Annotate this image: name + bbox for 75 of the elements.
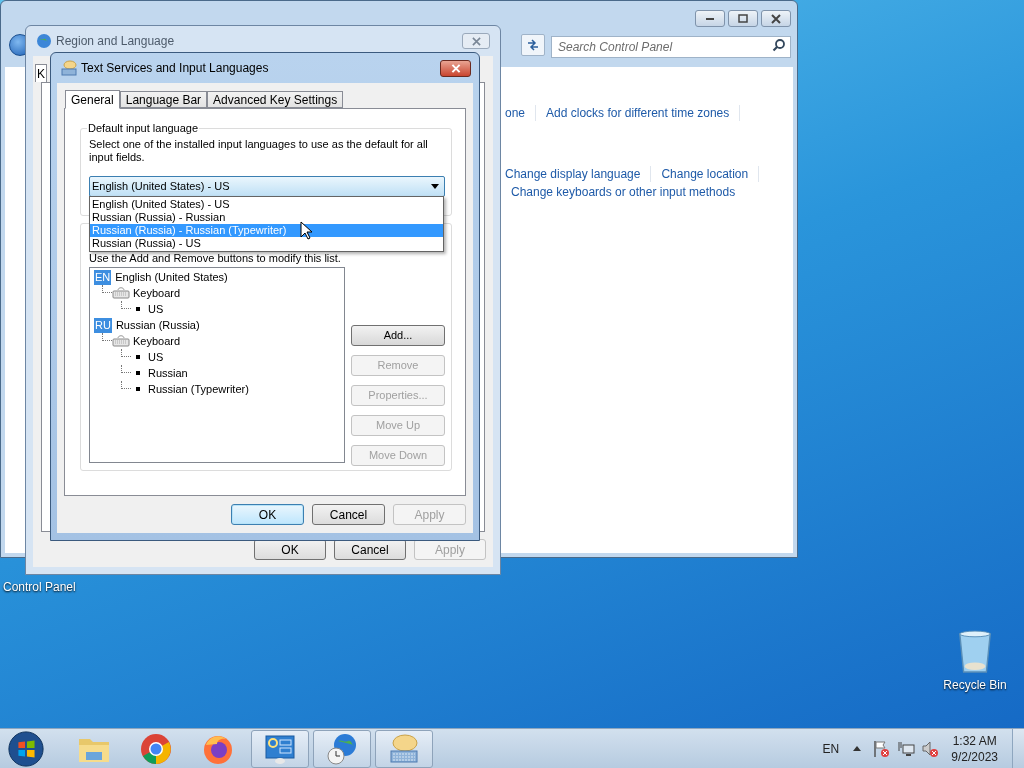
- link[interactable]: Change display language: [505, 165, 641, 183]
- keyboard-icon: [112, 335, 130, 347]
- close-button[interactable]: [440, 59, 471, 77]
- taskbar-button[interactable]: [251, 729, 309, 768]
- description-text: Select one of the installed input languages to use as the default for all input fields.: [89, 138, 429, 164]
- desktop-icon-label[interactable]: Control Panel: [3, 578, 76, 596]
- close-button[interactable]: [761, 10, 791, 27]
- browser-icon: [140, 732, 172, 765]
- search-icon: [772, 38, 786, 52]
- link[interactable]: Change location: [661, 165, 749, 183]
- caret-icon: [431, 184, 439, 189]
- tab[interactable]: Language Bar: [119, 91, 208, 108]
- refresh-button[interactable]: [521, 34, 545, 56]
- window-title: Text Services and Input Languages: [81, 60, 270, 77]
- link[interactable]: Add clocks for different time zones: [546, 104, 730, 122]
- link[interactable]: Change keyboards or other input methods: [511, 183, 736, 201]
- bullet-icon: [136, 387, 140, 391]
- tree-item[interactable]: Russian: [148, 364, 188, 382]
- tree-item[interactable]: Keyboard: [133, 332, 181, 350]
- link[interactable]: one: [505, 104, 526, 122]
- language-badge: RU: [94, 317, 112, 333]
- globe-clock-icon: [326, 732, 358, 765]
- dropdown-option[interactable]: English (United States) - US: [90, 198, 443, 211]
- dialog-button[interactable]: OK: [254, 539, 326, 560]
- dropdown-value: English (United States) - US: [92, 179, 231, 195]
- desktop-icon-label[interactable]: Recycle Bin: [943, 676, 1007, 694]
- network-icon[interactable]: [897, 739, 916, 758]
- side-button[interactable]: Add...: [351, 325, 445, 346]
- start-button[interactable]: [7, 729, 45, 768]
- dropdown-option[interactable]: Russian (Russia) - Russian: [90, 211, 443, 224]
- maximize-icon: [738, 13, 748, 24]
- search-field[interactable]: Search Control Panel: [551, 36, 791, 58]
- tree-item[interactable]: English (United States): [115, 268, 228, 286]
- tab[interactable]: K: [35, 64, 47, 82]
- recycle-bin-icon[interactable]: [956, 630, 994, 674]
- close-icon: [450, 63, 461, 73]
- tree-item[interactable]: Keyboard: [133, 284, 181, 302]
- hint-text: Use the Add and Remove buttons to modify this list.: [89, 252, 342, 265]
- bullet-icon: [136, 355, 140, 359]
- taskbar-button[interactable]: [375, 729, 433, 768]
- tab[interactable]: General: [65, 90, 120, 109]
- language-indicator[interactable]: EN: [822, 739, 840, 758]
- keyboard-bubble-icon: [61, 60, 77, 76]
- control-panel-icon: [264, 732, 296, 765]
- globe-icon: [36, 33, 52, 49]
- maximize-button[interactable]: [728, 10, 758, 27]
- minimize-button[interactable]: [695, 10, 725, 27]
- dialog-button[interactable]: Cancel: [312, 504, 385, 525]
- dialog-button[interactable]: Cancel: [334, 539, 406, 560]
- cursor-icon: [300, 221, 312, 240]
- tree-item[interactable]: Russian (Russia): [115, 316, 200, 334]
- dropdown[interactable]: English (United States) - US: [89, 176, 445, 197]
- close-icon: [771, 13, 781, 24]
- minimize-icon: [706, 17, 714, 20]
- keyboard-bubble-icon: [388, 732, 420, 765]
- keyboard-icon: [112, 287, 130, 299]
- taskbar-button[interactable]: [313, 729, 371, 768]
- up-arrow-icon[interactable]: [853, 746, 862, 751]
- clock[interactable]: 1:32 AM 9/2/2023: [951, 732, 998, 765]
- bullet-icon: [136, 371, 140, 375]
- dropdown-option[interactable]: Russian (Russia) - US: [90, 237, 443, 250]
- tree-item[interactable]: US: [148, 348, 164, 366]
- window-title: Region and Language: [56, 33, 176, 50]
- group-label: Default input language: [87, 121, 200, 135]
- tree-item[interactable]: US: [148, 300, 164, 318]
- bullet-icon: [136, 307, 140, 311]
- tab[interactable]: Advanced Key Settings: [207, 91, 344, 108]
- close-icon: [471, 36, 481, 46]
- speaker-icon[interactable]: [921, 739, 940, 758]
- dialog-button[interactable]: OK: [231, 504, 304, 525]
- tree-item[interactable]: Russian (Typewriter): [148, 380, 249, 398]
- refresh-icon: [526, 39, 540, 51]
- tree-view[interactable]: EN English (United States) Keyboard US RU Russian (Russia) Keyboard US Russian Russian (Typewriter): [89, 267, 345, 463]
- flag-icon[interactable]: [873, 739, 892, 758]
- language-badge: EN: [94, 269, 112, 285]
